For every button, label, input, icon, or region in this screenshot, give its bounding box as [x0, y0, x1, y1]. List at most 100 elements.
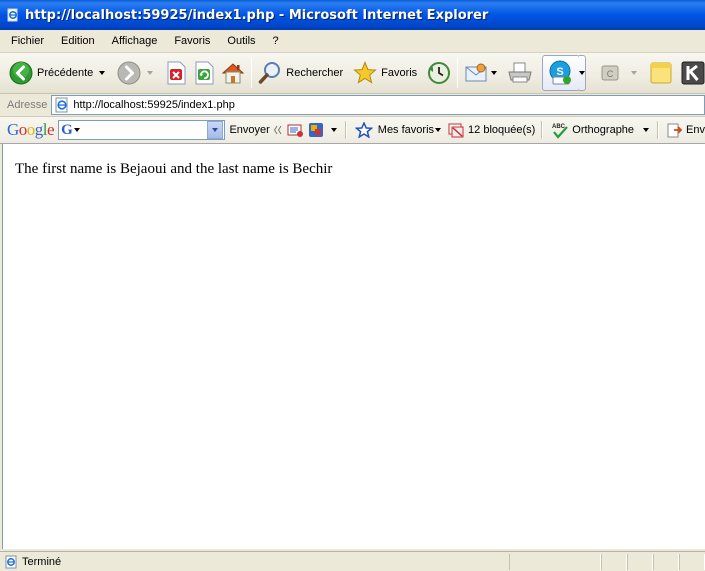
favorites-button[interactable]: Favoris [350, 56, 420, 90]
google-send-to-label: Env [686, 124, 705, 136]
messenger-button[interactable]: C [596, 56, 640, 90]
spellcheck-icon: ABC [552, 124, 569, 139]
back-dropdown-icon[interactable] [99, 71, 106, 75]
mail-button[interactable] [461, 56, 500, 90]
back-label: Précédente [37, 67, 94, 79]
google-send-to-button[interactable]: Env [667, 122, 705, 138]
google-popup-blocker-button[interactable]: 12 bloquée(s) [448, 122, 535, 138]
ie-page-icon [4, 555, 18, 569]
menu-outils[interactable]: Outils [217, 35, 262, 47]
back-button[interactable]: Précédente [6, 56, 108, 90]
favorites-star-icon [353, 61, 377, 85]
ie-window: http://localhost:59925/index1.php - Micr… [0, 0, 705, 571]
k-extension-icon [681, 61, 705, 85]
forward-button[interactable] [114, 56, 156, 90]
highlight-dropdown-icon[interactable] [330, 128, 337, 132]
mail-icon [464, 61, 488, 85]
google-toolbar-separator [541, 121, 544, 139]
menu-bar: Fichier Edition Affichage Favoris Outils… [0, 30, 705, 53]
search-button[interactable]: Rechercher [255, 56, 346, 90]
note-icon [649, 61, 673, 85]
note-button[interactable] [646, 56, 676, 90]
menu-help[interactable]: ? [263, 35, 286, 47]
status-bar: Terminé [0, 551, 705, 571]
svg-text:S: S [557, 66, 564, 78]
google-spellcheck-label: Orthographe [572, 124, 635, 136]
status-pane [679, 554, 705, 570]
google-badge-dropdown-icon[interactable] [73, 128, 80, 132]
chevron-down-icon [212, 128, 219, 132]
home-icon [221, 61, 245, 85]
history-button[interactable] [424, 56, 454, 90]
skype-button[interactable]: S [542, 55, 581, 91]
ie-page-icon [54, 97, 70, 113]
page-body-text: The first name is Bejaoui and the last n… [15, 161, 333, 177]
toolbar-separator [457, 58, 459, 88]
skype-icon: S [547, 59, 575, 87]
k-extension-button[interactable] [678, 56, 705, 90]
svg-text:ABC: ABC [552, 124, 566, 130]
status-pane [509, 554, 601, 570]
menu-affichage[interactable]: Affichage [102, 35, 165, 47]
menu-edition[interactable]: Edition [51, 35, 102, 47]
google-toolbar: Google G Envoyer Mes favoris 12 bloquée(… [0, 117, 705, 144]
toolbar-separator [251, 58, 253, 88]
search-magnifier-icon [258, 61, 282, 85]
skype-dropdown-icon [579, 71, 586, 75]
popup-blocker-icon [448, 123, 464, 138]
menu-favoris[interactable]: Favoris [164, 35, 217, 47]
spellcheck-dropdown-icon[interactable] [643, 128, 650, 132]
refresh-icon [193, 61, 215, 85]
bookmarks-dropdown-icon[interactable] [435, 128, 442, 132]
google-send-button[interactable]: Envoyer [229, 124, 269, 136]
forward-arrow-icon [117, 61, 141, 85]
address-url: http://localhost:59925/index1.php [73, 99, 235, 111]
send-to-icon [667, 123, 683, 138]
google-news-button[interactable] [286, 122, 304, 138]
back-arrow-icon [9, 61, 33, 85]
stop-button[interactable] [162, 56, 190, 90]
messenger-icon: C [599, 61, 623, 85]
mail-dropdown-icon[interactable] [491, 71, 498, 75]
svg-text:C: C [607, 69, 614, 79]
home-button[interactable] [218, 56, 248, 90]
search-label: Rechercher [286, 67, 344, 79]
forward-dropdown-icon[interactable] [147, 71, 154, 75]
google-blocked-label: 12 bloquée(s) [468, 124, 536, 136]
google-bookmarks-button[interactable]: Mes favoris [354, 122, 442, 138]
window-title: http://localhost:59925/index1.php - Micr… [25, 7, 489, 23]
google-logo[interactable]: Google [7, 120, 55, 140]
google-search-badge[interactable]: G [61, 122, 73, 139]
page-content: The first name is Bejaoui and the last n… [2, 144, 705, 549]
address-input[interactable]: http://localhost:59925/index1.php [51, 95, 705, 115]
status-pane [653, 554, 679, 570]
refresh-button[interactable] [190, 56, 218, 90]
status-text: Terminé [22, 556, 62, 568]
double-chevron-icon [273, 125, 282, 135]
google-toolbar-chevron[interactable] [273, 125, 282, 135]
news-icon [287, 124, 303, 137]
google-send-label: Envoyer [229, 124, 270, 136]
menu-fichier[interactable]: Fichier [0, 35, 51, 47]
standard-toolbar: Précédente Rechercher Favoris S C [0, 53, 705, 94]
title-bar: http://localhost:59925/index1.php - Micr… [0, 0, 705, 30]
status-pane [601, 554, 627, 570]
favorites-label: Favoris [381, 67, 418, 79]
messenger-dropdown-icon[interactable] [631, 71, 638, 75]
ie-page-icon [6, 8, 20, 22]
google-spellcheck-button[interactable]: ABC Orthographe [551, 121, 650, 139]
skype-dropdown[interactable] [579, 55, 587, 91]
highlight-icon [308, 123, 323, 137]
google-toolbar-separator [657, 121, 660, 139]
status-pane [627, 554, 653, 570]
google-toolbar-separator [344, 121, 347, 139]
bookmark-star-icon [354, 122, 373, 138]
print-button[interactable] [504, 56, 536, 90]
google-search-dropdown[interactable] [207, 121, 224, 139]
history-icon [427, 61, 451, 85]
address-label: Adresse [7, 99, 48, 111]
print-icon [507, 61, 533, 85]
google-search-input[interactable]: G [58, 120, 226, 140]
google-highlight-button[interactable] [308, 122, 337, 138]
google-bookmarks-label: Mes favoris [377, 124, 435, 136]
